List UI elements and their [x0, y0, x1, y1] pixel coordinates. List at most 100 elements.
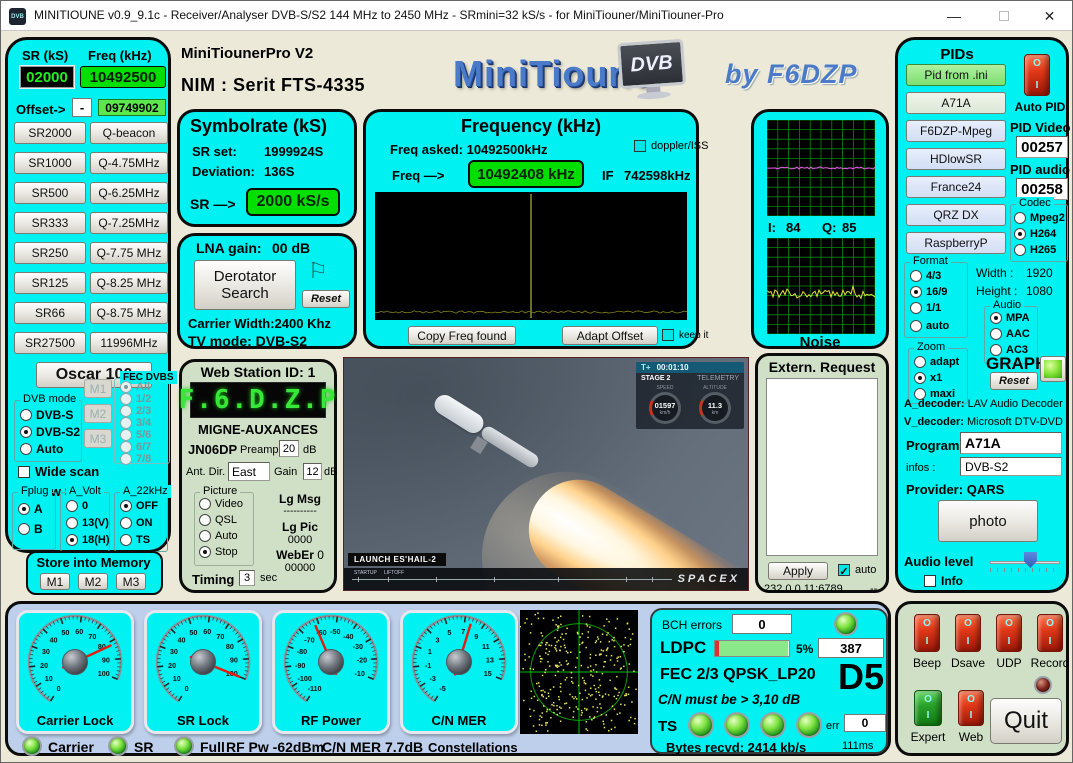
radio-dvb-s[interactable]: DVB-S	[20, 408, 73, 422]
radio-h265[interactable]: H265	[1014, 244, 1056, 256]
radio-fec-67[interactable]: 6/7	[120, 441, 151, 453]
beep-switch[interactable]: OI	[914, 614, 940, 652]
expert-switch[interactable]: OI	[914, 690, 942, 726]
m1-side-button[interactable]: M1	[84, 379, 112, 398]
qrz-dx-button[interactable]: QRZ DX	[906, 204, 1006, 226]
graph-reset-button[interactable]: Reset	[990, 372, 1038, 390]
radio-mpeg2[interactable]: Mpeg2	[1014, 212, 1065, 224]
auto-checkbox[interactable]: ✓ auto	[838, 564, 876, 578]
radio-22k-on[interactable]: ON	[120, 517, 153, 529]
sr27500-button[interactable]: SR27500	[14, 332, 86, 354]
derotator-search-button[interactable]: Derotator Search	[194, 260, 296, 310]
radio-zoom-x1[interactable]: x1	[914, 372, 942, 384]
quit-button[interactable]: Quit	[990, 698, 1062, 744]
store-m2-button[interactable]: M2	[78, 573, 108, 590]
radio-picture-qsl[interactable]: QSL	[199, 514, 237, 526]
sr500-button[interactable]: SR500	[14, 182, 86, 204]
radio-zoom-adapt[interactable]: adapt	[914, 356, 959, 368]
dsave-switch[interactable]: OI	[955, 614, 981, 652]
udp-switch[interactable]: OI	[996, 614, 1022, 652]
sr1000-button[interactable]: SR1000	[14, 152, 86, 174]
radio-22k-off[interactable]: OFF	[120, 500, 158, 512]
sr2000-button[interactable]: SR2000	[14, 122, 86, 144]
adapt-offset-button[interactable]: Adapt Offset	[562, 326, 658, 345]
sr125-button[interactable]: SR125	[14, 272, 86, 294]
q-775-button[interactable]: Q-7.75 MHz	[90, 242, 168, 264]
graph-indicator-button[interactable]	[1040, 356, 1066, 382]
radio-h264[interactable]: H264	[1014, 228, 1056, 240]
raspberryp-button[interactable]: RaspberryP	[906, 232, 1006, 254]
radio-format-auto[interactable]: auto	[910, 320, 949, 332]
preamp-field[interactable]	[279, 440, 299, 457]
offset-value-field[interactable]: 09749902	[98, 99, 166, 116]
sr66-button[interactable]: SR66	[14, 302, 86, 324]
offset-sign-field[interactable]: -	[72, 98, 92, 117]
f6dzp-mpeg-button[interactable]: F6DZP-Mpeg	[906, 120, 1006, 142]
radio-mpa[interactable]: MPA	[990, 312, 1030, 324]
radio-fec-56[interactable]: 5/6	[120, 429, 151, 441]
f11996-button[interactable]: 11996MHz	[90, 332, 168, 354]
doppler-checkbox[interactable]: doppler/ISS	[634, 140, 708, 152]
radio-fec-all[interactable]: All	[120, 381, 150, 393]
q-475-button[interactable]: Q-4.75MHz	[90, 152, 168, 174]
radio-1-1[interactable]: 1/1	[910, 302, 941, 314]
q-875-button[interactable]: Q-8.75 MHz	[90, 302, 168, 324]
q-825-button[interactable]: Q-8.25 MHz	[90, 272, 168, 294]
radio-4-3[interactable]: 4/3	[910, 270, 941, 282]
q-625-button[interactable]: Q-6.25MHz	[90, 182, 168, 204]
radio-dvb-s2[interactable]: DVB-S2	[20, 425, 80, 439]
q-beacon-button[interactable]: Q-beacon	[90, 122, 168, 144]
radio-picture-stop[interactable]: Stop	[199, 546, 238, 558]
minimize-button[interactable]: —	[931, 1, 977, 31]
store-m1-button[interactable]: M1	[40, 573, 70, 590]
a71a-button[interactable]: A71A	[906, 92, 1006, 114]
m2-side-button[interactable]: M2	[84, 404, 112, 423]
keep-it-checkbox[interactable]: keep it	[662, 329, 708, 341]
audio-level-thumb[interactable]	[1023, 552, 1037, 568]
radio-fec-23[interactable]: 2/3	[120, 405, 151, 417]
hdlowsr-button[interactable]: HDlowSR	[906, 148, 1006, 170]
sr250-button[interactable]: SR250	[14, 242, 86, 264]
program-field[interactable]	[960, 432, 1062, 454]
apply-button[interactable]: Apply	[768, 562, 828, 580]
radio-aac[interactable]: AAC	[990, 328, 1030, 340]
derotator-reset-button[interactable]: Reset	[302, 290, 350, 308]
radio-fec-78[interactable]: 7/8	[120, 453, 151, 465]
timing-field[interactable]	[239, 570, 255, 586]
web-switch[interactable]: OI	[958, 690, 984, 726]
radio-auto[interactable]: Auto	[20, 442, 63, 456]
radio-fec-34[interactable]: 3/4	[120, 417, 151, 429]
sr333-button[interactable]: SR333	[14, 212, 86, 234]
store-m3-button[interactable]: M3	[116, 573, 146, 590]
extern-request-list[interactable]	[766, 378, 878, 556]
radio-fec-12[interactable]: 1/2	[120, 393, 151, 405]
radio-label: 0	[82, 500, 89, 512]
wide-scan-checkbox[interactable]: Wide scan	[18, 464, 99, 479]
auto-pid-switch[interactable]: OI	[1024, 54, 1050, 96]
photo-button[interactable]: photo	[938, 500, 1038, 542]
radio-volt-13[interactable]: 13(V)	[66, 517, 109, 529]
radio-picture-video[interactable]: Video	[199, 498, 243, 510]
ant-dir-field[interactable]	[228, 462, 270, 481]
pid-video-field[interactable]	[1016, 136, 1068, 158]
radio-picture-auto[interactable]: Auto	[199, 530, 238, 542]
copy-freq-button[interactable]: Copy Freq found	[408, 326, 516, 345]
france24-button[interactable]: France24	[906, 176, 1006, 198]
radio-22k-ts[interactable]: TS	[120, 534, 150, 546]
pid-from-ini-button[interactable]: Pid from .ini	[906, 64, 1006, 86]
sr-display[interactable]: 02000	[19, 65, 75, 89]
gain-field[interactable]	[303, 463, 322, 480]
radio-fplug-a[interactable]: A	[18, 502, 43, 516]
infos-field[interactable]	[960, 457, 1062, 476]
m3-side-button[interactable]: M3	[84, 429, 112, 448]
freq-display[interactable]: 10492500	[80, 66, 166, 88]
close-button[interactable]: ✕	[1027, 1, 1072, 31]
radio-volt-18[interactable]: 18(H)	[66, 534, 110, 546]
radio-16-9[interactable]: 16/9	[910, 286, 947, 298]
radio-fplug-b[interactable]: B	[18, 522, 43, 536]
q-725-button[interactable]: Q-7.25MHz	[90, 212, 168, 234]
record-switch[interactable]: OI	[1037, 614, 1063, 652]
maximize-button[interactable]	[981, 1, 1027, 31]
info-checkbox[interactable]: Info	[924, 574, 963, 588]
radio-volt-0[interactable]: 0	[66, 500, 88, 512]
